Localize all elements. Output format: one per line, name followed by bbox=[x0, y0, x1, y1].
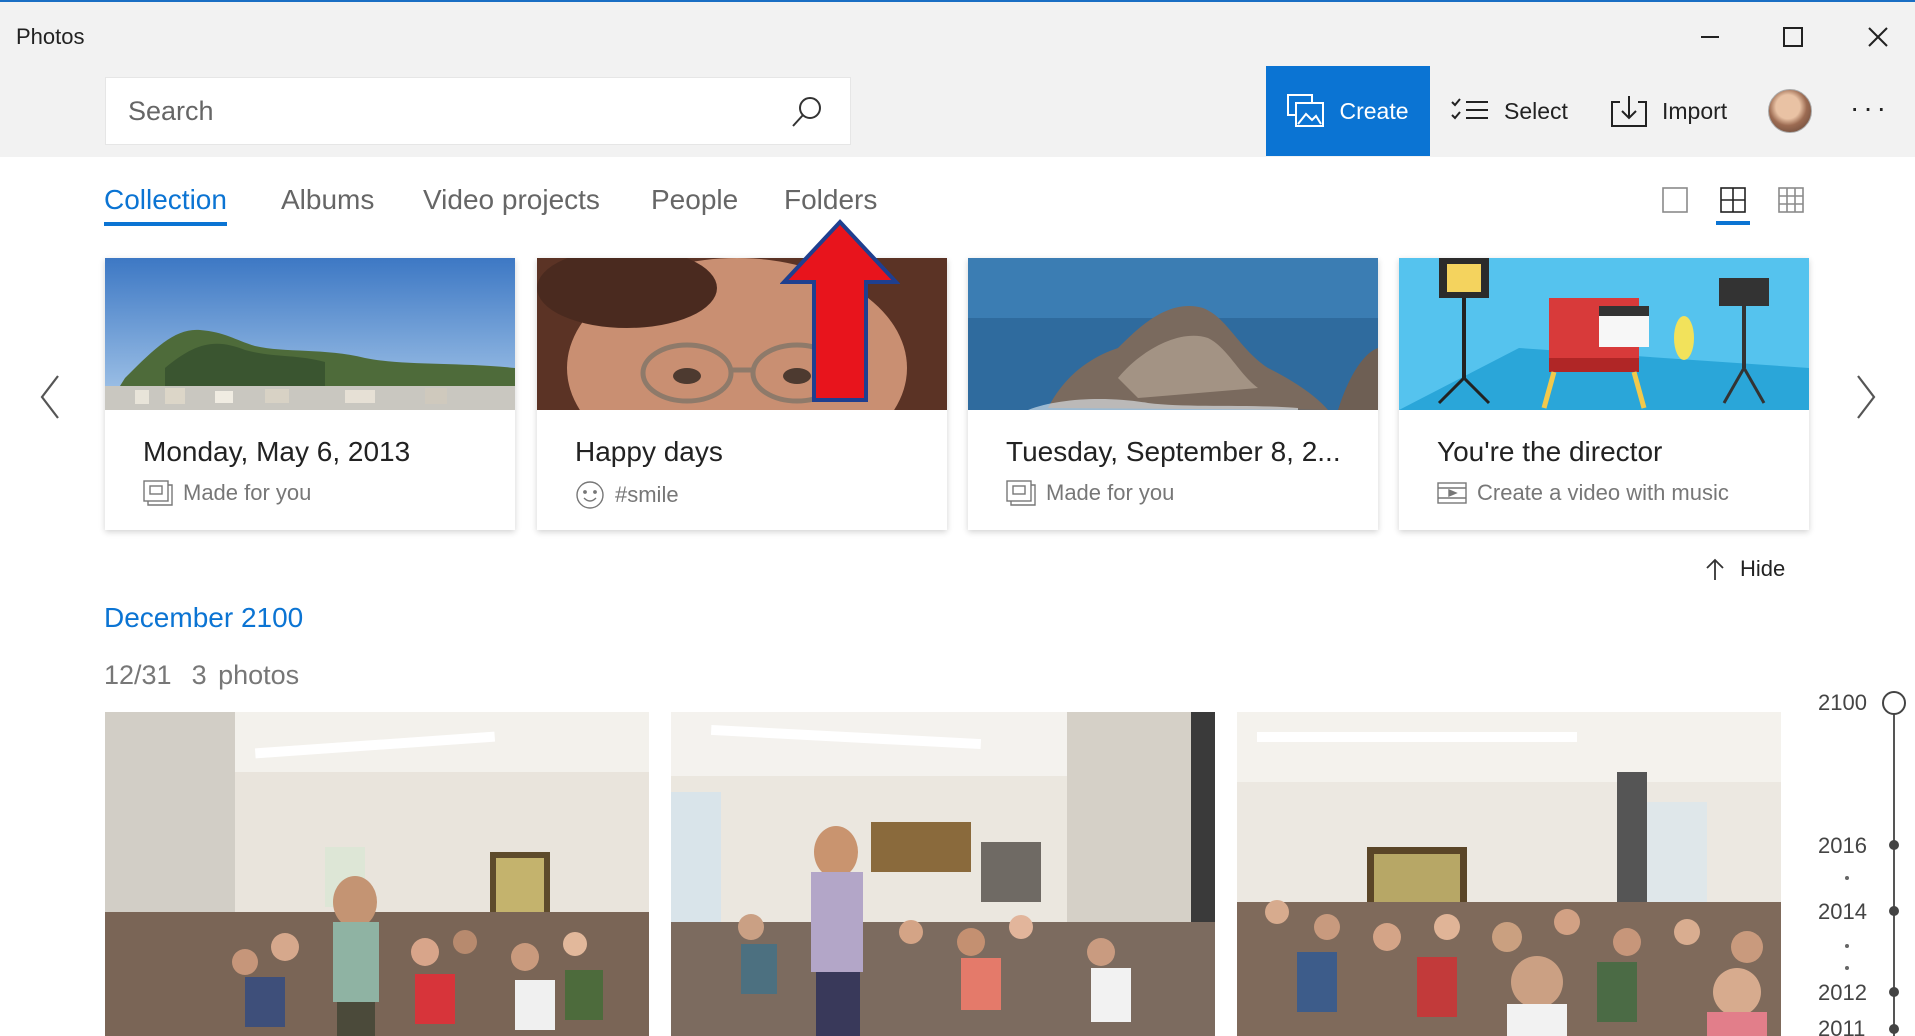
app-title: Photos bbox=[16, 24, 85, 49]
card-subtitle: #smile bbox=[615, 482, 679, 507]
timeline-tick bbox=[1845, 944, 1849, 948]
timeline-dot bbox=[1889, 906, 1899, 916]
date-group-header: 12/31 3 photos bbox=[104, 660, 299, 691]
close-button[interactable] bbox=[1848, 12, 1908, 62]
memory-card[interactable]: Tuesday, September 8, 2... Made for you bbox=[968, 258, 1378, 530]
memory-card[interactable]: You're the director Create a video with … bbox=[1399, 258, 1809, 530]
create-icon bbox=[1287, 94, 1325, 127]
timeline-year[interactable]: 2016 bbox=[1818, 833, 1867, 859]
view-medium-grid-button[interactable] bbox=[1716, 185, 1750, 225]
timeline-dot bbox=[1889, 1024, 1899, 1034]
hide-label: Hide bbox=[1740, 556, 1786, 581]
import-icon bbox=[1611, 96, 1647, 127]
chevron-left-icon bbox=[40, 375, 59, 419]
import-label: Import bbox=[1662, 97, 1728, 124]
select-label: Select bbox=[1504, 97, 1568, 124]
tab-albums[interactable]: Albums bbox=[281, 184, 374, 216]
avatar[interactable] bbox=[1768, 89, 1812, 133]
timeline-year[interactable]: 2014 bbox=[1818, 899, 1867, 925]
view-single-button[interactable] bbox=[1660, 185, 1690, 215]
import-button[interactable]: Import bbox=[1610, 66, 1727, 156]
timeline-tick bbox=[1845, 966, 1849, 970]
search-input[interactable] bbox=[106, 78, 850, 144]
month-heading[interactable]: December 2100 bbox=[104, 602, 303, 634]
photo-thumbnail[interactable] bbox=[671, 712, 1215, 1036]
search-box[interactable] bbox=[105, 77, 851, 145]
create-button[interactable]: Create bbox=[1266, 66, 1430, 156]
photo-thumbnail[interactable] bbox=[105, 712, 649, 1036]
photo-count: 3 photos bbox=[191, 660, 300, 690]
small-grid-icon bbox=[1778, 187, 1804, 213]
date-label: 12/31 bbox=[104, 660, 172, 690]
film-icon bbox=[1437, 482, 1467, 504]
more-options-button[interactable]: ··· bbox=[1850, 92, 1890, 124]
arrow-up-icon bbox=[1706, 558, 1724, 580]
select-icon bbox=[1451, 98, 1488, 120]
carousel-prev-button[interactable] bbox=[36, 372, 66, 422]
card-title: Happy days bbox=[575, 436, 723, 467]
maximize-icon bbox=[1783, 27, 1803, 47]
timeline-year[interactable]: 2012 bbox=[1818, 980, 1867, 1006]
card-subtitle-row: Made for you bbox=[143, 480, 311, 506]
card-title: Tuesday, September 8, 2... bbox=[1006, 436, 1341, 467]
tab-collection[interactable]: Collection bbox=[104, 184, 227, 226]
card-subtitle: Made for you bbox=[1046, 480, 1175, 505]
tab-folders[interactable]: Folders bbox=[784, 184, 877, 216]
tab-people[interactable]: People bbox=[651, 184, 738, 216]
timeline-tick bbox=[1845, 876, 1849, 880]
timeline-dot bbox=[1889, 987, 1899, 997]
single-view-icon bbox=[1662, 187, 1688, 213]
hide-button[interactable]: Hide bbox=[1704, 556, 1785, 582]
card-title: You're the director bbox=[1437, 436, 1663, 467]
card-subtitle: Create a video with music bbox=[1477, 480, 1729, 505]
photo-thumbnail[interactable] bbox=[1237, 712, 1781, 1036]
view-small-grid-button[interactable] bbox=[1776, 185, 1806, 215]
card-subtitle-row: Made for you bbox=[1006, 480, 1174, 506]
timeline-dot bbox=[1889, 840, 1899, 850]
card-subtitle-row: Create a video with music bbox=[1437, 480, 1729, 506]
card-subtitle: Made for you bbox=[183, 480, 312, 505]
chevron-right-icon bbox=[1857, 375, 1876, 419]
minimize-icon bbox=[1701, 36, 1719, 38]
card-title: Monday, May 6, 2013 bbox=[143, 436, 411, 467]
timeline-year[interactable]: 2011 bbox=[1818, 1016, 1865, 1036]
select-button[interactable]: Select bbox=[1450, 66, 1568, 156]
tab-video-projects[interactable]: Video projects bbox=[423, 184, 600, 216]
create-label: Create bbox=[1339, 97, 1409, 124]
medium-grid-icon bbox=[1720, 187, 1746, 213]
album-icon bbox=[1006, 480, 1036, 506]
smiley-icon bbox=[576, 481, 604, 509]
album-icon bbox=[143, 480, 173, 506]
annotation-arrow-icon bbox=[780, 219, 900, 402]
card-thumbnail bbox=[1399, 258, 1809, 410]
timeline-current-marker[interactable] bbox=[1882, 691, 1906, 715]
close-icon bbox=[1868, 27, 1888, 47]
card-subtitle-row: #smile bbox=[575, 480, 679, 510]
card-thumbnail bbox=[105, 258, 515, 410]
card-thumbnail bbox=[968, 258, 1378, 410]
memory-card[interactable]: Monday, May 6, 2013 Made for you bbox=[105, 258, 515, 530]
maximize-button[interactable] bbox=[1763, 12, 1823, 62]
minimize-button[interactable] bbox=[1680, 12, 1740, 62]
timeline-year[interactable]: 2100 bbox=[1818, 690, 1867, 716]
carousel-next-button[interactable] bbox=[1850, 372, 1880, 422]
search-icon[interactable] bbox=[790, 95, 824, 129]
